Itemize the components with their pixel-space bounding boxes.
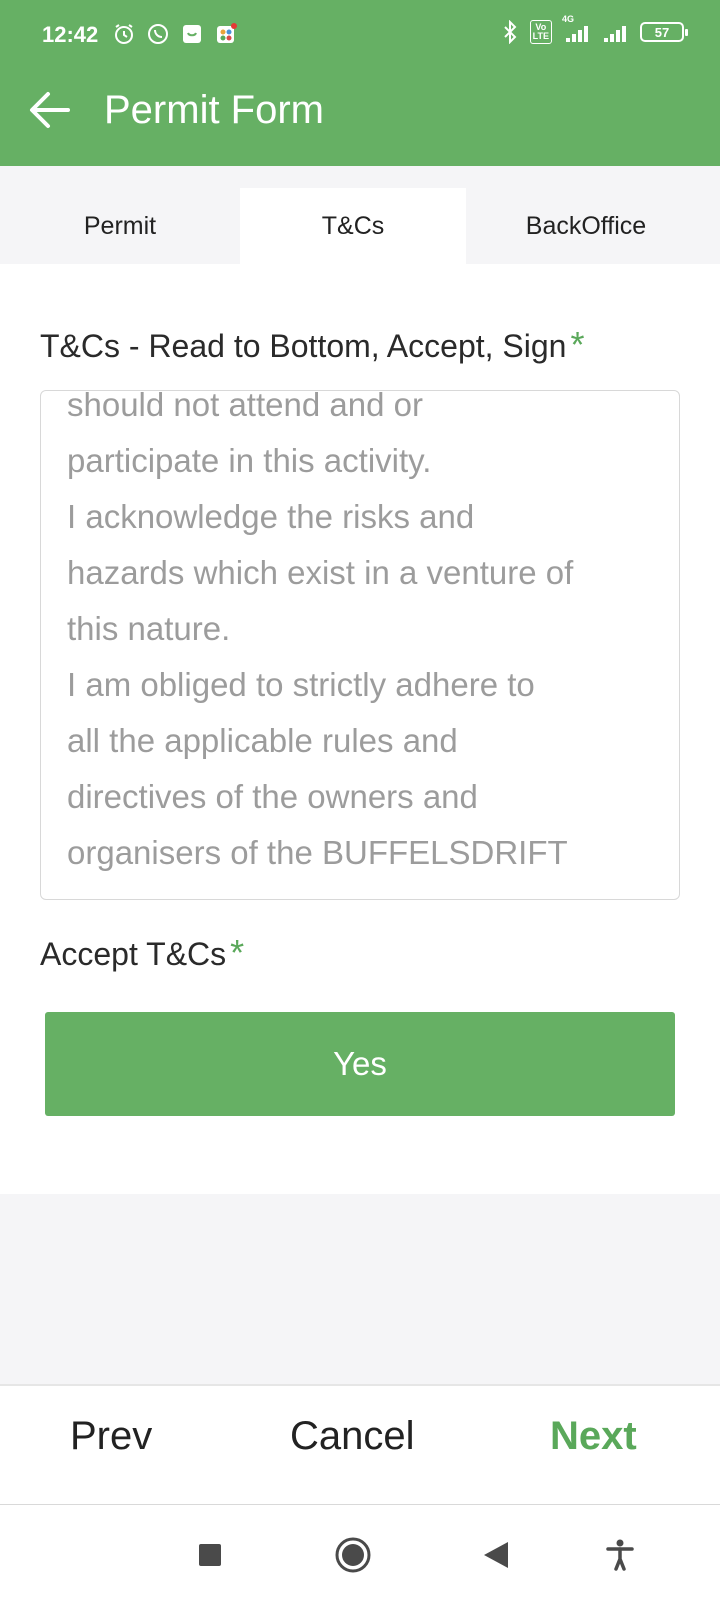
- tab-backoffice[interactable]: BackOffice: [466, 188, 706, 264]
- accept-yes-button[interactable]: Yes: [45, 1012, 675, 1116]
- back-button[interactable]: [26, 86, 74, 134]
- battery-indicator: 57: [640, 22, 688, 42]
- terms-textbox[interactable]: should not attend and or participate in …: [40, 390, 680, 900]
- notification-icons: [112, 22, 238, 46]
- recents-icon[interactable]: [190, 1535, 230, 1575]
- alarm-icon: [112, 22, 136, 46]
- tab-tcs[interactable]: T&Cs: [240, 188, 466, 264]
- network-type: 4G: [562, 14, 575, 24]
- app-bar: 12:42 Vo LTE 4G 57 Permit Form: [0, 0, 720, 166]
- system-status-icons: Vo LTE 4G 57: [498, 14, 688, 44]
- tcs-label-text: T&Cs - Read to Bottom, Accept, Sign: [40, 328, 567, 364]
- accept-label-text: Accept T&Cs: [40, 936, 227, 972]
- accessibility-icon[interactable]: [600, 1535, 640, 1575]
- tab-bar: Permit T&Cs BackOffice: [0, 166, 720, 264]
- terms-text: should not attend and or participate in …: [67, 390, 574, 871]
- arrow-left-icon: [30, 92, 70, 128]
- accept-label: Accept T&Cs *: [40, 932, 244, 974]
- required-mark: *: [570, 324, 585, 365]
- page-title: Permit Form: [104, 88, 324, 132]
- tab-permit[interactable]: Permit: [0, 188, 240, 264]
- status-time: 12:42: [42, 22, 99, 47]
- shopping-bag-icon: [180, 22, 204, 46]
- system-nav-bar: [0, 1504, 720, 1600]
- required-mark: *: [230, 932, 245, 973]
- tcs-form: T&Cs - Read to Bottom, Accept, Sign * sho…: [0, 264, 720, 1194]
- app-icon: [214, 22, 238, 46]
- tcs-label: T&Cs - Read to Bottom, Accept, Sign *: [40, 324, 584, 366]
- cancel-button[interactable]: Cancel: [290, 1414, 415, 1459]
- next-button[interactable]: Next: [550, 1414, 637, 1459]
- volte-badge: Vo LTE: [529, 20, 552, 44]
- bluetooth-icon: [498, 20, 522, 44]
- whatsapp-icon: [146, 22, 170, 46]
- signal-icon: 4G: [560, 14, 594, 44]
- signal-icon-2: [602, 20, 632, 44]
- home-icon[interactable]: [333, 1535, 373, 1575]
- bottom-action-bar: Prev Cancel Next: [0, 1384, 720, 1504]
- status-bar: 12:42 Vo LTE 4G 57: [0, 0, 720, 70]
- prev-button[interactable]: Prev: [70, 1414, 152, 1459]
- back-icon[interactable]: [476, 1535, 516, 1575]
